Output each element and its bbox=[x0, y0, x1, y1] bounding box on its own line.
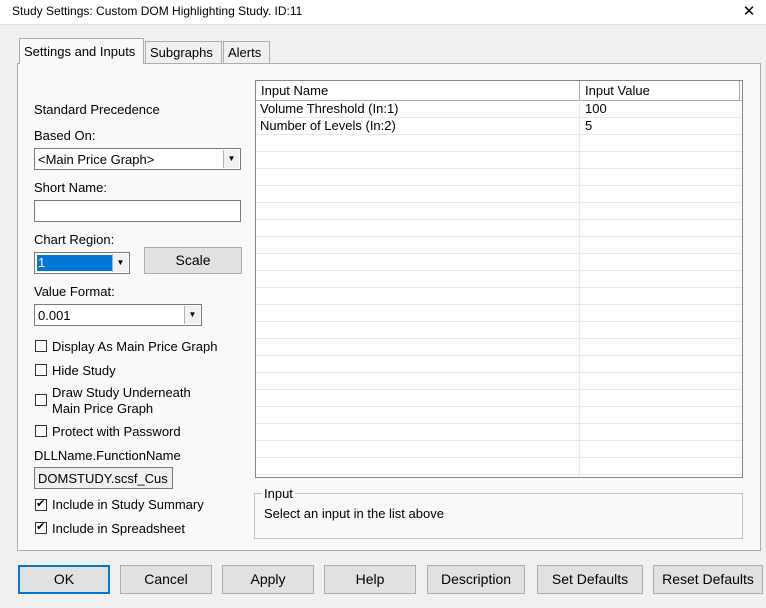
empty-row bbox=[256, 322, 742, 339]
empty-row bbox=[256, 169, 742, 186]
tab-alerts[interactable]: Alerts bbox=[223, 41, 270, 63]
value-format-label: Value Format: bbox=[34, 284, 115, 299]
chevron-down-icon[interactable]: ▼ bbox=[112, 254, 128, 272]
empty-row bbox=[256, 254, 742, 271]
protect-with-password-checkbox[interactable] bbox=[35, 425, 47, 437]
help-button[interactable]: Help bbox=[324, 565, 416, 594]
description-button[interactable]: Description bbox=[427, 565, 525, 594]
tab-subgraphs[interactable]: Subgraphs bbox=[145, 41, 222, 63]
empty-row bbox=[256, 356, 742, 373]
grid-header: Input Name Input Value bbox=[256, 81, 742, 101]
input-description: Select an input in the list above bbox=[264, 506, 444, 521]
short-name-label: Short Name: bbox=[34, 180, 107, 195]
close-icon[interactable]: ✕ bbox=[738, 2, 760, 20]
window-title: Study Settings: Custom DOM Highlighting … bbox=[12, 4, 303, 18]
empty-row bbox=[256, 390, 742, 407]
column-header-input-name[interactable]: Input Name bbox=[256, 81, 580, 100]
empty-row bbox=[256, 135, 742, 152]
table-row[interactable]: Number of Levels (In:2) 5 bbox=[256, 118, 742, 135]
empty-row bbox=[256, 271, 742, 288]
draw-study-underneath-label-line2: Main Price Graph bbox=[52, 401, 154, 416]
empty-row bbox=[256, 424, 742, 441]
column-header-input-value[interactable]: Input Value bbox=[580, 81, 740, 100]
draw-study-underneath-checkbox[interactable] bbox=[35, 394, 47, 406]
dll-function-field[interactable]: DOMSTUDY.scsf_Cus bbox=[34, 467, 173, 489]
chart-region-value: 1 bbox=[38, 255, 46, 270]
based-on-value: <Main Price Graph> bbox=[38, 152, 155, 167]
standard-precedence-label: Standard Precedence bbox=[34, 102, 160, 117]
chart-region-select[interactable]: 1 ▼ bbox=[34, 252, 130, 274]
table-row[interactable]: Volume Threshold (In:1) 100 bbox=[256, 101, 742, 118]
input-value-cell: 5 bbox=[585, 118, 593, 133]
set-defaults-button[interactable]: Set Defaults bbox=[537, 565, 643, 594]
empty-row bbox=[256, 220, 742, 237]
include-in-spreadsheet-checkbox[interactable]: ✔ bbox=[35, 521, 47, 534]
empty-row bbox=[256, 203, 742, 220]
empty-row bbox=[256, 186, 742, 203]
empty-row bbox=[256, 441, 742, 458]
empty-row bbox=[256, 407, 742, 424]
scale-button[interactable]: Scale bbox=[144, 247, 242, 274]
title-bar: Study Settings: Custom DOM Highlighting … bbox=[0, 0, 766, 25]
ok-button[interactable]: OK bbox=[18, 565, 110, 594]
empty-row bbox=[256, 339, 742, 356]
dll-function-value: DOMSTUDY.scsf_Cus bbox=[38, 471, 168, 486]
include-in-study-summary-label: Include in Study Summary bbox=[52, 497, 204, 512]
empty-row bbox=[256, 305, 742, 322]
chevron-down-icon[interactable]: ▼ bbox=[184, 306, 200, 324]
empty-row bbox=[256, 288, 742, 305]
hide-study-checkbox[interactable] bbox=[35, 364, 47, 376]
value-format-select[interactable]: 0.001 ▼ bbox=[34, 304, 202, 326]
include-in-spreadsheet-label: Include in Spreadsheet bbox=[52, 521, 185, 536]
empty-row bbox=[256, 237, 742, 254]
apply-button[interactable]: Apply bbox=[222, 565, 314, 594]
checkmark-icon: ✔ bbox=[36, 498, 46, 510]
input-group-title: Input bbox=[262, 486, 295, 501]
draw-study-underneath-label: Draw Study Underneath bbox=[52, 385, 191, 400]
dll-function-label: DLLName.FunctionName bbox=[34, 448, 181, 463]
chevron-down-icon[interactable]: ▼ bbox=[223, 150, 239, 168]
inputs-grid[interactable]: Input Name Input Value Volume Threshold … bbox=[255, 80, 743, 478]
selection-highlight bbox=[37, 255, 113, 271]
empty-row bbox=[256, 373, 742, 390]
include-in-study-summary-checkbox[interactable]: ✔ bbox=[35, 498, 47, 511]
based-on-label: Based On: bbox=[34, 128, 96, 143]
empty-row bbox=[256, 458, 742, 475]
value-format-value: 0.001 bbox=[38, 308, 71, 323]
based-on-select[interactable]: <Main Price Graph> ▼ bbox=[34, 148, 241, 170]
empty-row bbox=[256, 152, 742, 169]
input-name-cell: Volume Threshold (In:1) bbox=[260, 101, 399, 116]
short-name-input[interactable] bbox=[34, 200, 241, 222]
input-value-cell: 100 bbox=[585, 101, 607, 116]
input-name-cell: Number of Levels (In:2) bbox=[260, 118, 396, 133]
tab-settings-and-inputs[interactable]: Settings and Inputs bbox=[19, 38, 144, 64]
checkmark-icon: ✔ bbox=[36, 521, 46, 533]
hide-study-label: Hide Study bbox=[52, 363, 116, 378]
protect-with-password-label: Protect with Password bbox=[52, 424, 181, 439]
display-as-main-price-graph-label: Display As Main Price Graph bbox=[52, 339, 218, 354]
cancel-button[interactable]: Cancel bbox=[120, 565, 212, 594]
display-as-main-price-graph-checkbox[interactable] bbox=[35, 340, 47, 352]
chart-region-label: Chart Region: bbox=[34, 232, 115, 247]
reset-defaults-button[interactable]: Reset Defaults bbox=[653, 565, 763, 594]
